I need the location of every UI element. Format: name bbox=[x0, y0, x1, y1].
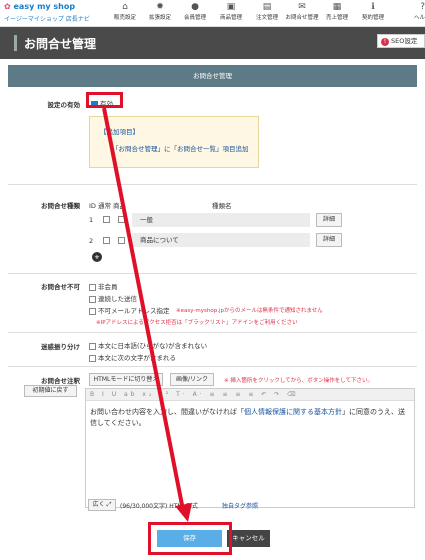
arrow-line bbox=[102, 107, 185, 511]
annotation-arrow bbox=[102, 107, 192, 522]
arrow-head bbox=[175, 503, 192, 522]
page: ✿ easy my shop イージーマイショップ 店長ナビ ⌂ 販売設定 ✹ 拡張… bbox=[0, 0, 425, 560]
